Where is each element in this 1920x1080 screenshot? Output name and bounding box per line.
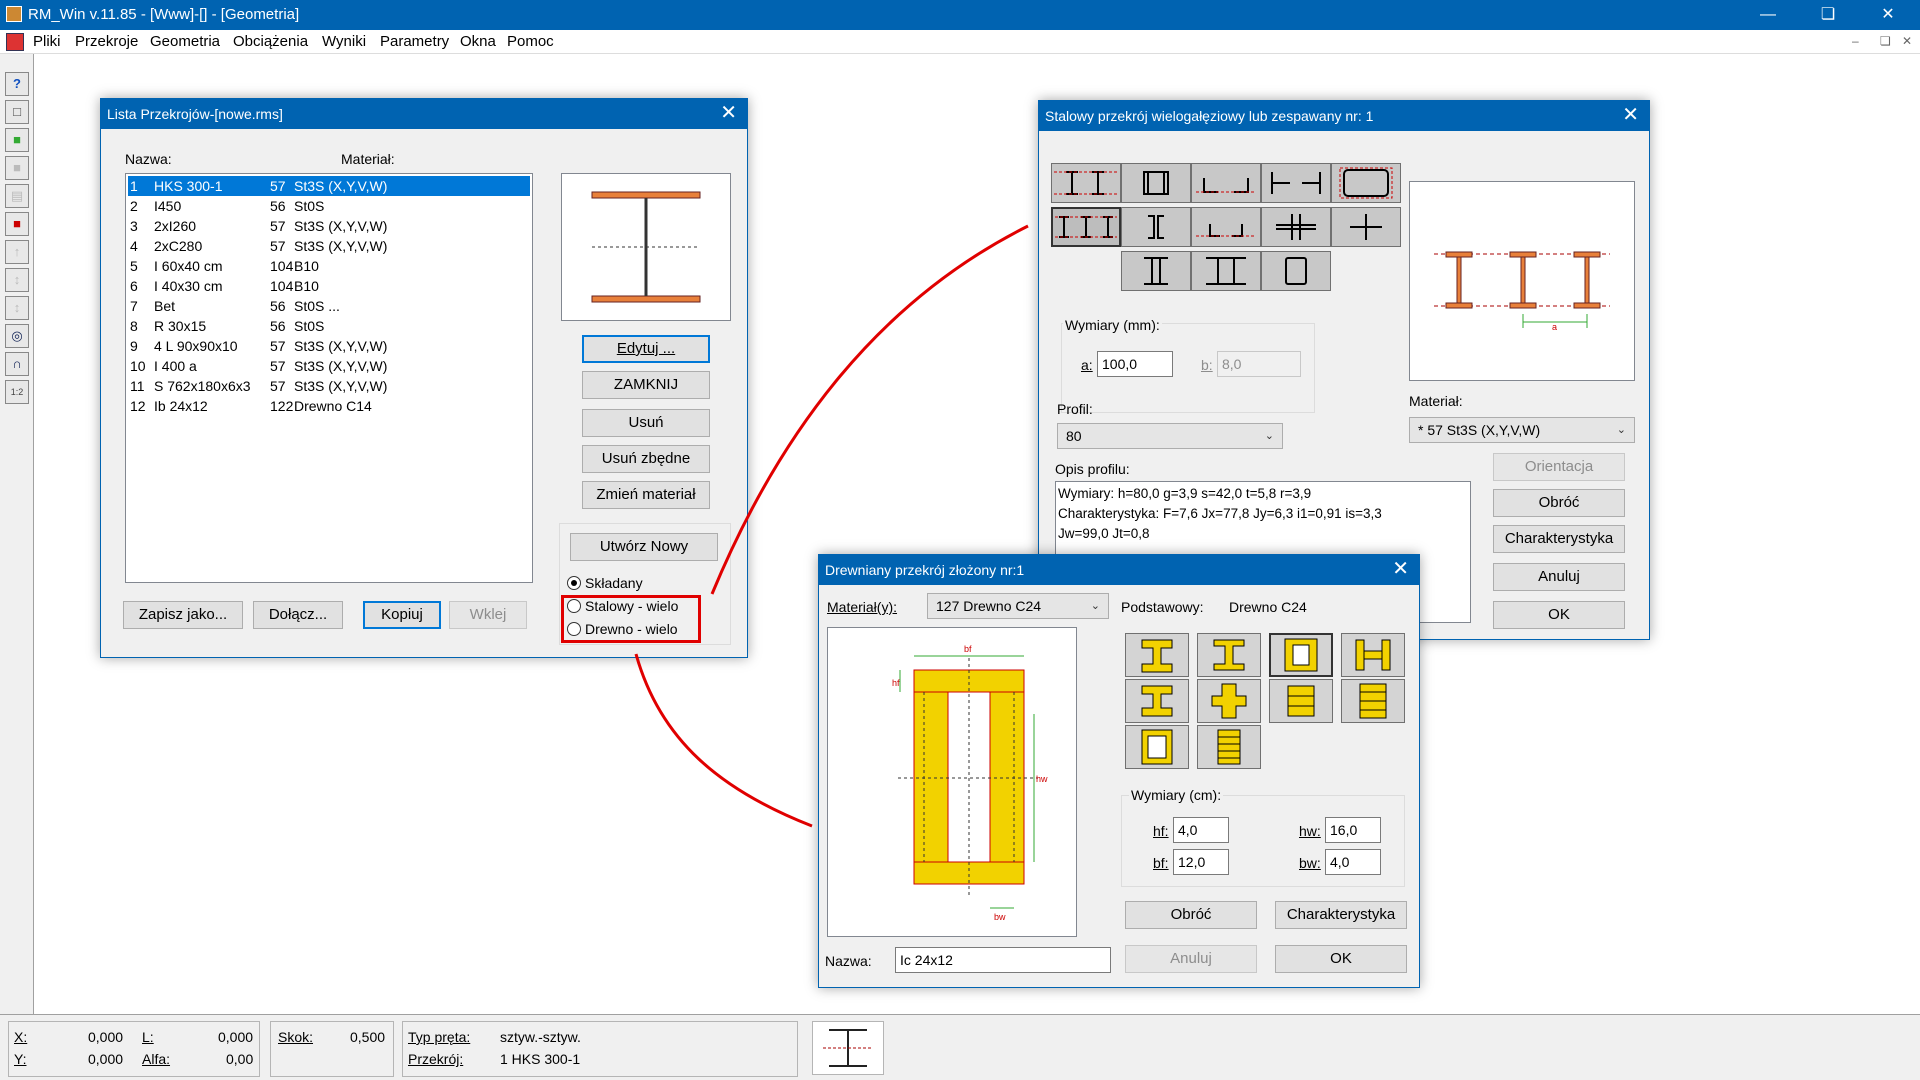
l-label: L: xyxy=(142,1029,154,1045)
hw-input[interactable]: 16,0 xyxy=(1325,817,1381,843)
typ-preta-label: Typ pręta: xyxy=(408,1029,471,1045)
wood-layers2-icon[interactable] xyxy=(1341,679,1405,723)
dim-hf-label: hf xyxy=(892,678,900,688)
typ-preta-value: sztyw.-sztyw. xyxy=(500,1029,581,1045)
alfa-value: 0,00 xyxy=(226,1051,254,1067)
nazwa-input[interactable]: Ic 24x12 xyxy=(895,947,1111,973)
box-section-preview-icon: bf hf hw bw xyxy=(892,644,1048,922)
hw-label: hw: xyxy=(1299,823,1321,839)
wood-h-icon[interactable] xyxy=(1341,633,1405,677)
bw-label: bw: xyxy=(1299,855,1321,871)
x-value: 0,000 xyxy=(88,1029,124,1045)
curve-stalowy xyxy=(710,224,1029,595)
drewno-obroc-button[interactable]: Obróć xyxy=(1125,901,1257,929)
alfa-label: Alfa: xyxy=(142,1051,171,1067)
przekroj-label: Przekrój: xyxy=(408,1051,464,1067)
bf-label: bf: xyxy=(1153,855,1169,871)
material-y-label: Materiał(y): xyxy=(827,599,898,615)
i-beam-thumb-icon xyxy=(823,1029,873,1067)
dim-bf-label: bf xyxy=(964,644,972,654)
nazwa-label: Nazwa: xyxy=(825,953,872,969)
wood-i3-icon[interactable] xyxy=(1125,679,1189,723)
bw-input[interactable]: 4,0 xyxy=(1325,849,1381,875)
podstawowy-label: Podstawowy: xyxy=(1121,599,1204,615)
drewno-material-select[interactable]: 127 Drewno C24 ⌄ xyxy=(927,593,1109,619)
bf-input[interactable]: 12,0 xyxy=(1173,849,1229,875)
wood-frame-icon[interactable] xyxy=(1125,725,1189,769)
wood-i-icon[interactable] xyxy=(1125,633,1189,677)
wood-box-icon[interactable] xyxy=(1269,633,1333,677)
dim-hw-label: hw xyxy=(1036,774,1048,784)
wood-cross-icon[interactable] xyxy=(1197,679,1261,723)
wood-i2-icon[interactable] xyxy=(1197,633,1261,677)
drewno-caption: Drewniany przekrój złożony nr:1 ✕ xyxy=(819,555,1419,585)
hf-input[interactable]: 4,0 xyxy=(1173,817,1229,843)
przekroj-value: 1 HKS 300-1 xyxy=(500,1051,581,1067)
x-label: X: xyxy=(14,1029,28,1045)
skok-value: 0,500 xyxy=(350,1029,386,1045)
drewniany-dialog: Drewniany przekrój złożony nr:1 ✕ Materi… xyxy=(818,554,1420,988)
podstawowy-value: Drewno C24 xyxy=(1229,599,1307,615)
section-thumb[interactable] xyxy=(812,1021,884,1075)
drewno-ok-button[interactable]: OK xyxy=(1275,945,1407,973)
hf-label: hf: xyxy=(1153,823,1169,839)
drewno-charakterystyka-button[interactable]: Charakterystyka xyxy=(1275,901,1407,929)
drewno-title: Drewniany przekrój złożony nr:1 xyxy=(825,562,1025,578)
wood-stack-icon[interactable] xyxy=(1197,725,1261,769)
dim-bw-label: bw xyxy=(994,912,1006,922)
l-value: 0,000 xyxy=(218,1029,254,1045)
wood-layers-icon[interactable] xyxy=(1269,679,1333,723)
drewno-preview: bf hf hw bw xyxy=(827,627,1077,937)
curve-drewno xyxy=(634,653,813,828)
status-bar: X: 0,000 L: 0,000 Y: 0,000 Alfa: 0,00 Sk… xyxy=(0,1014,1920,1080)
drewno-anuluj-button[interactable]: Anuluj xyxy=(1125,945,1257,973)
y-value: 0,000 xyxy=(88,1051,124,1067)
skok-label: Skok: xyxy=(278,1029,314,1045)
y-label: Y: xyxy=(14,1051,27,1067)
drewno-wymiary-label: Wymiary (cm): xyxy=(1129,787,1224,803)
close-icon[interactable]: ✕ xyxy=(1392,558,1409,580)
